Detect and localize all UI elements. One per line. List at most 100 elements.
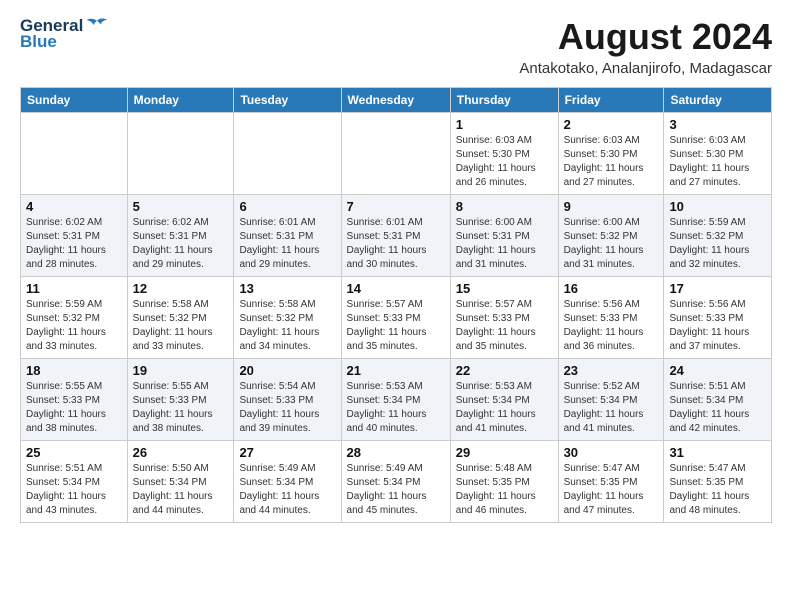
day-number: 30	[564, 445, 659, 460]
day-info: Sunrise: 5:54 AMSunset: 5:33 PMDaylight:…	[239, 380, 335, 436]
day-number: 11	[26, 281, 122, 296]
day-number: 6	[239, 199, 335, 214]
table-row	[21, 113, 128, 195]
day-number: 10	[669, 199, 766, 214]
table-row: 1 Sunrise: 6:03 AMSunset: 5:30 PMDaylight…	[450, 113, 558, 195]
day-info: Sunrise: 5:50 AMSunset: 5:34 PMDaylight:…	[133, 462, 229, 518]
day-number: 26	[133, 445, 229, 460]
day-info: Sunrise: 5:48 AMSunset: 5:35 PMDaylight:…	[456, 462, 553, 518]
day-number: 4	[26, 199, 122, 214]
day-number: 27	[239, 445, 335, 460]
table-row: 26 Sunrise: 5:50 AMSunset: 5:34 PMDayligh…	[127, 441, 234, 523]
day-info: Sunrise: 5:47 AMSunset: 5:35 PMDaylight:…	[669, 462, 766, 518]
table-row: 8Sunrise: 6:00 AMSunset: 5:31 PMDaylight…	[450, 195, 558, 277]
calendar-week-row: 1 Sunrise: 6:03 AMSunset: 5:30 PMDaylight…	[21, 113, 772, 195]
day-info: Sunrise: 6:02 AMSunset: 5:31 PMDaylight:…	[26, 216, 122, 272]
day-number: 9	[564, 199, 659, 214]
day-number: 19	[133, 363, 229, 378]
day-info: Sunrise: 5:47 AMSunset: 5:35 PMDaylight:…	[564, 462, 659, 518]
day-number: 17	[669, 281, 766, 296]
day-number: 23	[564, 363, 659, 378]
day-info: Sunrise: 5:59 AMSunset: 5:32 PMDaylight:…	[26, 298, 122, 354]
day-number: 2	[564, 117, 659, 132]
day-info: Sunrise: 5:58 AMSunset: 5:32 PMDaylight:…	[133, 298, 229, 354]
day-info: Sunrise: 5:49 AMSunset: 5:34 PMDaylight:…	[239, 462, 335, 518]
calendar-table: Sunday Monday Tuesday Wednesday Thursday…	[20, 87, 772, 523]
location-title: Antakotako, Analanjirofo, Madagascar	[519, 60, 772, 77]
day-number: 7	[347, 199, 445, 214]
day-number: 8	[456, 199, 553, 214]
table-row: 24Sunrise: 5:51 AMSunset: 5:34 PMDayligh…	[664, 359, 772, 441]
table-row: 29 Sunrise: 5:48 AMSunset: 5:35 PMDayligh…	[450, 441, 558, 523]
day-info: Sunrise: 5:51 AMSunset: 5:34 PMDaylight:…	[26, 462, 122, 518]
calendar-week-row: 18 Sunrise: 5:55 AMSunset: 5:33 PMDayligh…	[21, 359, 772, 441]
day-info: Sunrise: 6:03 AMSunset: 5:30 PMDaylight:…	[564, 134, 659, 190]
logo-bird-icon	[85, 16, 109, 36]
day-info: Sunrise: 5:55 AMSunset: 5:33 PMDaylight:…	[133, 380, 229, 436]
day-number: 5	[133, 199, 229, 214]
table-row: 3 Sunrise: 6:03 AMSunset: 5:30 PMDaylight…	[664, 113, 772, 195]
table-row	[127, 113, 234, 195]
day-number: 25	[26, 445, 122, 460]
table-row: 7 Sunrise: 6:01 AMSunset: 5:31 PMDaylight…	[341, 195, 450, 277]
day-number: 29	[456, 445, 553, 460]
header-saturday: Saturday	[664, 88, 772, 113]
table-row: 28 Sunrise: 5:49 AMSunset: 5:34 PMDayligh…	[341, 441, 450, 523]
day-info: Sunrise: 6:03 AMSunset: 5:30 PMDaylight:…	[456, 134, 553, 190]
day-info: Sunrise: 6:03 AMSunset: 5:30 PMDaylight:…	[669, 134, 766, 190]
header-wednesday: Wednesday	[341, 88, 450, 113]
day-info: Sunrise: 5:57 AMSunset: 5:33 PMDaylight:…	[347, 298, 445, 354]
day-number: 31	[669, 445, 766, 460]
table-row	[341, 113, 450, 195]
day-info: Sunrise: 5:59 AMSunset: 5:32 PMDaylight:…	[669, 216, 766, 272]
month-title: August 2024	[519, 16, 772, 58]
calendar-week-row: 25 Sunrise: 5:51 AMSunset: 5:34 PMDayligh…	[21, 441, 772, 523]
logo: General Blue	[20, 16, 109, 52]
table-row: 23 Sunrise: 5:52 AMSunset: 5:34 PMDayligh…	[558, 359, 664, 441]
table-row: 9 Sunrise: 6:00 AMSunset: 5:32 PMDaylight…	[558, 195, 664, 277]
header-sunday: Sunday	[21, 88, 128, 113]
day-number: 3	[669, 117, 766, 132]
day-number: 1	[456, 117, 553, 132]
header-friday: Friday	[558, 88, 664, 113]
table-row: 25 Sunrise: 5:51 AMSunset: 5:34 PMDayligh…	[21, 441, 128, 523]
day-info: Sunrise: 6:02 AMSunset: 5:31 PMDaylight:…	[133, 216, 229, 272]
day-number: 20	[239, 363, 335, 378]
header-monday: Monday	[127, 88, 234, 113]
day-number: 12	[133, 281, 229, 296]
day-info: Sunrise: 5:55 AMSunset: 5:33 PMDaylight:…	[26, 380, 122, 436]
day-number: 21	[347, 363, 445, 378]
table-row: 14 Sunrise: 5:57 AMSunset: 5:33 PMDayligh…	[341, 277, 450, 359]
table-row: 13 Sunrise: 5:58 AMSunset: 5:32 PMDayligh…	[234, 277, 341, 359]
day-number: 18	[26, 363, 122, 378]
header-tuesday: Tuesday	[234, 88, 341, 113]
table-row: 12 Sunrise: 5:58 AMSunset: 5:32 PMDayligh…	[127, 277, 234, 359]
day-number: 14	[347, 281, 445, 296]
day-number: 22	[456, 363, 553, 378]
day-number: 28	[347, 445, 445, 460]
day-number: 13	[239, 281, 335, 296]
logo-blue: Blue	[20, 32, 57, 52]
day-info: Sunrise: 5:56 AMSunset: 5:33 PMDaylight:…	[564, 298, 659, 354]
day-info: Sunrise: 6:01 AMSunset: 5:31 PMDaylight:…	[347, 216, 445, 272]
table-row: 4 Sunrise: 6:02 AMSunset: 5:31 PMDaylight…	[21, 195, 128, 277]
header-thursday: Thursday	[450, 88, 558, 113]
table-row	[234, 113, 341, 195]
title-block: August 2024 Antakotako, Analanjirofo, Ma…	[519, 16, 772, 77]
table-row: 19 Sunrise: 5:55 AMSunset: 5:33 PMDayligh…	[127, 359, 234, 441]
day-info: Sunrise: 5:58 AMSunset: 5:32 PMDaylight:…	[239, 298, 335, 354]
table-row: 30 Sunrise: 5:47 AMSunset: 5:35 PMDayligh…	[558, 441, 664, 523]
table-row: 5 Sunrise: 6:02 AMSunset: 5:31 PMDaylight…	[127, 195, 234, 277]
calendar-week-row: 11 Sunrise: 5:59 AMSunset: 5:32 PMDayligh…	[21, 277, 772, 359]
table-row: 31 Sunrise: 5:47 AMSunset: 5:35 PMDayligh…	[664, 441, 772, 523]
day-info: Sunrise: 5:53 AMSunset: 5:34 PMDaylight:…	[456, 380, 553, 436]
table-row: 17 Sunrise: 5:56 AMSunset: 5:33 PMDayligh…	[664, 277, 772, 359]
day-info: Sunrise: 5:56 AMSunset: 5:33 PMDaylight:…	[669, 298, 766, 354]
table-row: 27 Sunrise: 5:49 AMSunset: 5:34 PMDayligh…	[234, 441, 341, 523]
calendar-week-row: 4 Sunrise: 6:02 AMSunset: 5:31 PMDaylight…	[21, 195, 772, 277]
day-info: Sunrise: 6:01 AMSunset: 5:31 PMDaylight:…	[239, 216, 335, 272]
day-info: Sunrise: 5:49 AMSunset: 5:34 PMDaylight:…	[347, 462, 445, 518]
day-info: Sunrise: 6:00 AMSunset: 5:32 PMDaylight:…	[564, 216, 659, 272]
day-info: Sunrise: 5:57 AMSunset: 5:33 PMDaylight:…	[456, 298, 553, 354]
day-info: Sunrise: 5:52 AMSunset: 5:34 PMDaylight:…	[564, 380, 659, 436]
